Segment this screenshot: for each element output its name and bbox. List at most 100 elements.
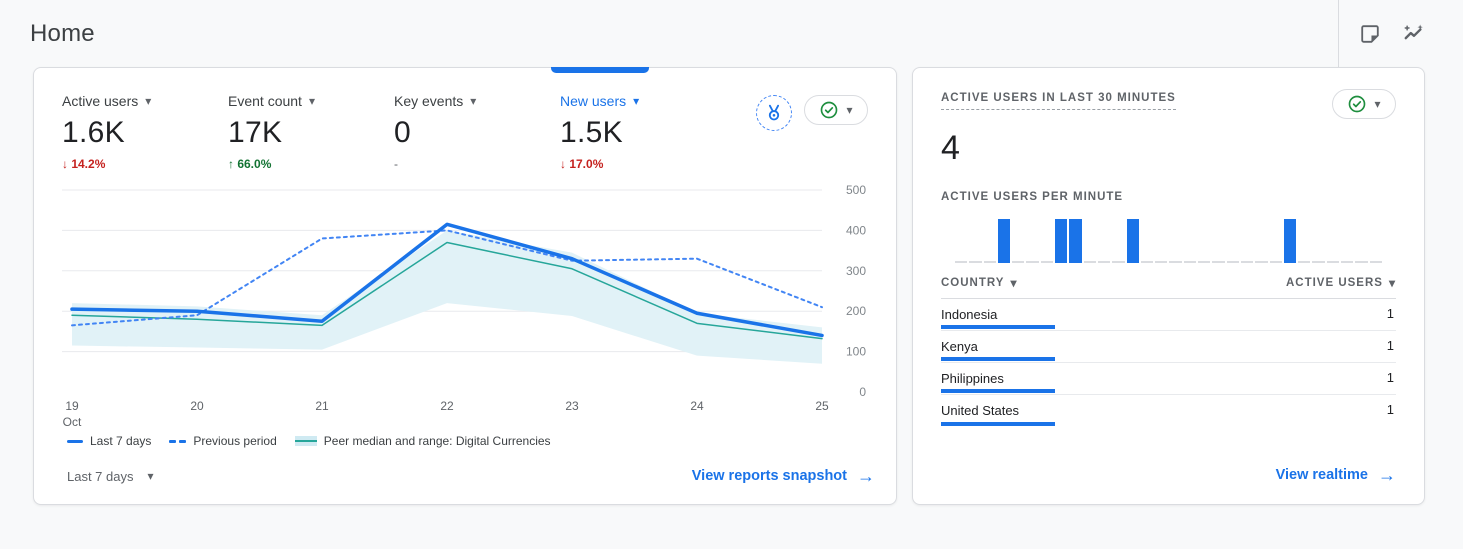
metric-new-users: New users ▾ 1.5K ↓ 17.0% [560, 93, 726, 171]
view-realtime-link[interactable]: View realtime → [1276, 466, 1396, 484]
minute-empty-tick [1355, 261, 1368, 263]
data-quality-button[interactable]: ▾ [804, 95, 868, 125]
active-users-30min-value: 4 [941, 129, 960, 167]
note-icon [1359, 23, 1381, 45]
data-quality-button[interactable]: ▾ [1332, 89, 1396, 119]
metric-delta: ↓ 17.0% [560, 157, 604, 171]
arrow-right-icon: → [857, 466, 875, 486]
metric-selector[interactable]: Key events ▾ [394, 93, 560, 109]
country-value: 1 [1386, 402, 1394, 417]
metric-key-events: Key events ▾ 0 - [394, 93, 560, 171]
arrow-right-icon: → [1378, 465, 1396, 485]
svg-text:500: 500 [846, 184, 866, 197]
country-name: United States [941, 403, 1020, 418]
column-label: COUNTRY [941, 277, 1005, 289]
insights-icon [1403, 23, 1425, 45]
metric-selector[interactable]: Event count ▾ [228, 93, 394, 109]
metric-selector[interactable]: Active users ▾ [62, 93, 228, 109]
minute-empty-tick [1140, 261, 1154, 263]
minute-empty-tick [1226, 261, 1239, 263]
minute-empty-tick [1312, 261, 1325, 263]
svg-text:300: 300 [846, 264, 866, 278]
realtime-title: ACTIVE USERS IN LAST 30 MINUTES [941, 92, 1176, 110]
metric-label: Key events [394, 93, 464, 109]
solid-line-swatch-icon [67, 439, 83, 443]
insights-button[interactable] [1397, 17, 1431, 51]
country-name: Kenya [941, 339, 978, 354]
chart-legend: Last 7 days Previous period Peer median … [67, 434, 868, 448]
header-actions [1338, 0, 1431, 67]
check-circle-icon [1347, 94, 1367, 114]
minute-empty-tick [1240, 261, 1254, 263]
legend-previous-period: Previous period [169, 434, 277, 448]
minute-empty-tick [1012, 261, 1025, 263]
minute-empty-tick [1026, 261, 1039, 263]
minute-empty-tick [1369, 261, 1382, 263]
caret-down-icon: ▾ [846, 103, 853, 117]
main-content: Active users ▾ 1.6K ↓ 14.2% Event count … [0, 67, 1463, 505]
per-minute-title: ACTIVE USERS PER MINUTE [941, 191, 1124, 203]
svg-text:21: 21 [315, 399, 329, 413]
svg-text:25: 25 [815, 399, 829, 413]
metric-label: New users [560, 93, 627, 109]
minute-bar [1126, 219, 1139, 263]
minute-empty-tick [1326, 261, 1340, 263]
minute-empty-tick [983, 261, 996, 263]
minute-empty-tick [1083, 261, 1096, 263]
realtime-table-row: Kenya 1 [941, 331, 1396, 363]
country-bar [941, 422, 1055, 426]
minute-empty-tick [955, 261, 968, 263]
country-column-sort[interactable]: COUNTRY ▾ [941, 277, 1017, 289]
link-label: View reports snapshot [691, 468, 847, 484]
caret-down-icon: ▾ [308, 94, 315, 108]
svg-text:23: 23 [565, 399, 579, 413]
minute-empty-tick [969, 261, 982, 263]
metric-label: Active users [62, 93, 139, 109]
minute-bar [997, 219, 1011, 263]
realtime-card-inner: ACTIVE USERS IN LAST 30 MINUTES ▾ 4 ACTI… [913, 68, 1424, 504]
svg-text:20: 20 [190, 399, 204, 413]
caret-down-icon: ▾ [470, 94, 477, 108]
realtime-table-row: Indonesia 1 [941, 299, 1396, 331]
realtime-card: ACTIVE USERS IN LAST 30 MINUTES ▾ 4 ACTI… [912, 67, 1425, 505]
dashed-line-swatch-icon [169, 439, 187, 443]
metric-selector[interactable]: New users ▾ [560, 93, 726, 109]
minute-empty-tick [1040, 261, 1054, 263]
country-bar [941, 389, 1055, 393]
minute-bar [1069, 219, 1082, 263]
active-users-column-sort[interactable]: ACTIVE USERS ▾ [1286, 277, 1396, 289]
caret-down-icon: ▾ [1374, 97, 1381, 111]
date-range-selector[interactable]: Last 7 days ▾ [67, 469, 154, 484]
metric-delta: ↑ 66.0% [228, 157, 272, 171]
minute-empty-tick [1198, 261, 1211, 263]
svg-text:400: 400 [846, 223, 866, 237]
country-value: 1 [1386, 338, 1394, 353]
note-button[interactable] [1353, 17, 1387, 51]
minute-bar [1055, 219, 1068, 263]
metric-event-count: Event count ▾ 17K ↑ 66.0% [228, 93, 394, 171]
benchmarking-button[interactable] [756, 95, 792, 131]
svg-text:0: 0 [859, 385, 866, 399]
caret-down-icon: ▾ [633, 94, 640, 108]
caret-down-icon: ▾ [145, 94, 152, 108]
metric-delta: ↓ 14.2% [62, 157, 106, 171]
overview-card-footer: Last 7 days ▾ View reports snapshot → [34, 467, 896, 504]
svg-text:24: 24 [690, 399, 704, 413]
legend-last-7-days: Last 7 days [67, 434, 151, 448]
realtime-card-footer: View realtime → [941, 456, 1396, 484]
metrics-row: Active users ▾ 1.6K ↓ 14.2% Event count … [34, 68, 896, 171]
view-reports-snapshot-link[interactable]: View reports snapshot → [692, 467, 875, 485]
realtime-table-row: United States 1 [941, 395, 1396, 427]
country-name: Philippines [941, 371, 1004, 386]
caret-down-icon: ▾ [147, 469, 154, 483]
metric-value: 1.5K [560, 116, 623, 149]
minute-empty-tick [1169, 261, 1182, 263]
page-title: Home [30, 19, 95, 47]
country-value: 1 [1386, 306, 1394, 321]
svg-text:100: 100 [846, 345, 866, 359]
app-header: Home [0, 0, 1463, 67]
realtime-header: ACTIVE USERS IN LAST 30 MINUTES ▾ [941, 89, 1396, 119]
caret-down-icon: ▾ [1388, 276, 1396, 290]
minute-empty-tick [1112, 261, 1125, 263]
date-range-label: Last 7 days [67, 468, 134, 484]
